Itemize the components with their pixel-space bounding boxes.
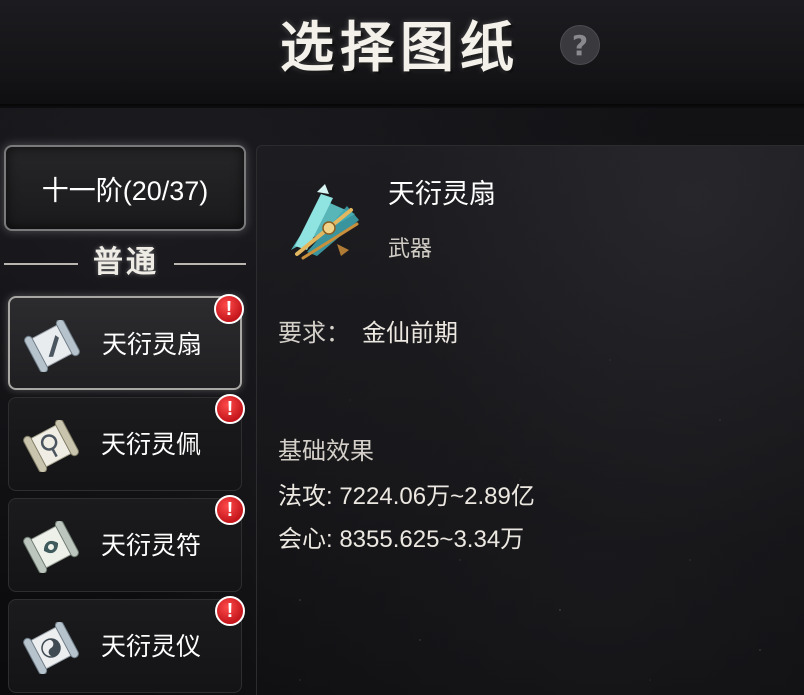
scroll-taiji-icon [23, 622, 79, 674]
item-name: 天衍灵扇 [388, 179, 496, 210]
recipe-item-fan[interactable]: 天衍灵扇 ! [8, 294, 244, 390]
recipe-item-label: 天衍灵符 [101, 531, 202, 560]
page-title: 选择图纸 [280, 15, 520, 79]
section-header: 普通 [4, 238, 246, 288]
scroll-pendant-icon [23, 420, 79, 472]
recipe-select-screen: 选择图纸 ? 十一阶(20/37) 普通 天衍灵扇 ! 天衍灵佩 ! 天衍灵符 … [0, 0, 804, 695]
section-title: 普通 [93, 245, 159, 280]
alert-badge-icon: ! [215, 596, 245, 626]
requirement-label: 要求： [278, 319, 350, 347]
scroll-fan-icon [24, 320, 80, 372]
requirement-row: 要求： 金仙前期 [278, 315, 758, 351]
alert-badge-icon: ! [215, 394, 245, 424]
scroll-talisman-icon [23, 521, 79, 573]
requirement-value: 金仙前期 [362, 319, 458, 347]
question-icon: ? [571, 28, 589, 62]
stat-critical: 会心: 8355.625~3.34万 [278, 526, 525, 553]
recipe-item-talisman[interactable]: 天衍灵符 ! [8, 495, 245, 592]
recipe-item-label: 天衍灵佩 [101, 430, 202, 459]
fan-weapon-icon [291, 184, 359, 260]
recipe-item-pendant[interactable]: 天衍灵佩 ! [8, 394, 245, 491]
header-divider [0, 104, 804, 108]
alert-badge-icon: ! [215, 495, 245, 525]
base-effect-title: 基础效果 [278, 437, 374, 465]
recipe-item-label: 天衍灵仪 [101, 632, 202, 661]
alert-badge-icon: ! [214, 294, 244, 324]
item-type: 武器 [388, 237, 433, 262]
recipe-item-label: 天衍灵扇 [102, 330, 203, 359]
recipe-item-taiji[interactable]: 天衍灵仪 ! [8, 596, 245, 693]
stat-magic-attack: 法攻: 7224.06万~2.89亿 [278, 483, 535, 510]
tier-selector-button[interactable]: 十一阶(20/37) [4, 145, 246, 231]
tier-label: 十一阶(20/37) [41, 175, 209, 206]
section-divider-left [4, 263, 78, 265]
help-button[interactable]: ? [560, 25, 600, 65]
section-divider-right [174, 263, 246, 265]
